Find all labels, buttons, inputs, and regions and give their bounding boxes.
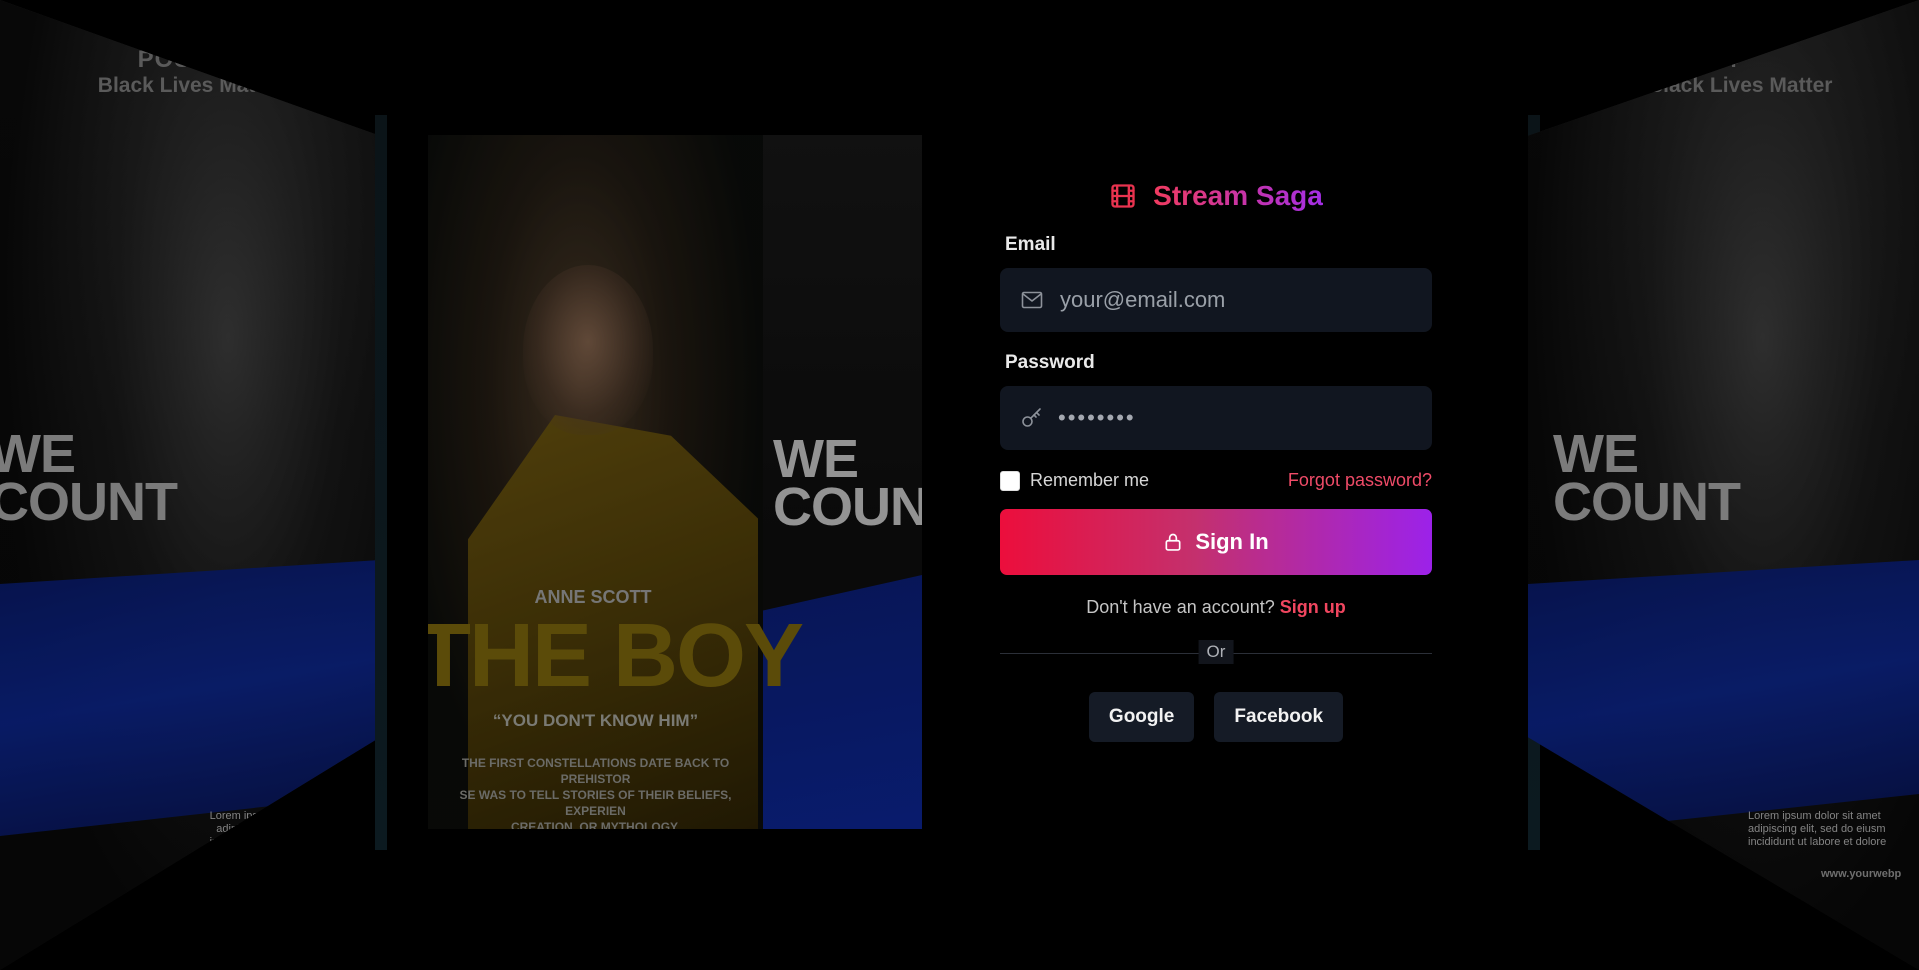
right-poster: TER A4 Black Lives Matter WE COUNT Lorem… bbox=[1528, 0, 1919, 970]
email-field-container[interactable] bbox=[1000, 267, 1432, 333]
left-poster-lorem-3: incididunt ut labore et dolore m bbox=[209, 836, 360, 848]
email-input[interactable] bbox=[1058, 267, 1432, 333]
login-form: Stream Saga Email Password •••••••• Reme bbox=[1000, 180, 1432, 742]
left-poster-dim bbox=[0, 0, 380, 970]
left-poster-url: www.y bbox=[245, 868, 280, 880]
background-stage: POSTER Black Lives Matter WE COUNT Lorem… bbox=[0, 0, 1919, 970]
lock-icon bbox=[1165, 533, 1181, 551]
sign-in-button[interactable]: Sign In bbox=[1000, 509, 1432, 575]
right-poster-dim bbox=[1528, 0, 1919, 970]
email-label: Email bbox=[1005, 234, 1056, 255]
sign-in-label: Sign In bbox=[1195, 529, 1269, 554]
center-poster-dim bbox=[428, 135, 922, 829]
remember-checkbox[interactable] bbox=[1000, 470, 1020, 491]
film-icon bbox=[1111, 184, 1135, 208]
divider-or-text: Or bbox=[1198, 640, 1234, 664]
brand: Stream Saga bbox=[1000, 180, 1432, 212]
signup-prompt: Don't have an account? Sign up bbox=[1000, 597, 1432, 618]
forgot-password-link[interactable]: Forgot password? bbox=[1288, 470, 1432, 491]
remember-row: Remember me Forgot password? bbox=[1000, 470, 1432, 491]
key-icon bbox=[1022, 408, 1041, 427]
password-input[interactable]: •••••••• bbox=[1058, 405, 1136, 431]
social-login: Google Facebook bbox=[1000, 692, 1432, 742]
left-poster: POSTER Black Lives Matter WE COUNT Lorem… bbox=[0, 0, 380, 970]
google-login-button[interactable]: Google bbox=[1088, 692, 1195, 742]
password-label: Password bbox=[1005, 352, 1095, 373]
or-divider: Or bbox=[1000, 640, 1432, 666]
no-account-text: Don't have an account? bbox=[1086, 597, 1275, 617]
mail-icon bbox=[1021, 291, 1043, 309]
remember-label: Remember me bbox=[1030, 470, 1150, 490]
facebook-login-button[interactable]: Facebook bbox=[1214, 692, 1344, 742]
center-poster: WE COUN ANNE SCOTT THE BOY “YOU DON'T KN… bbox=[428, 135, 922, 829]
sign-up-link[interactable]: Sign up bbox=[1280, 597, 1346, 617]
left-sliver bbox=[375, 115, 387, 850]
remember-me[interactable]: Remember me bbox=[1000, 470, 1149, 491]
app-title: Stream Saga bbox=[1153, 180, 1323, 211]
password-field-container[interactable]: •••••••• bbox=[1000, 386, 1432, 450]
